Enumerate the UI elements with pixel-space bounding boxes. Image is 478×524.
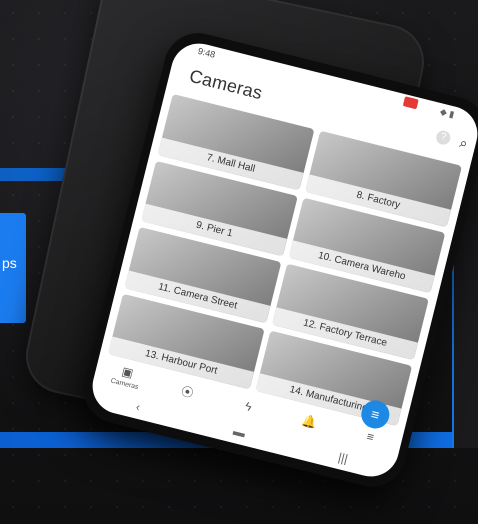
bell-icon: 🔔 [300, 413, 319, 431]
status-time: 9:48 [196, 45, 217, 60]
status-icons: ◆ ▮ [439, 106, 456, 120]
back-icon[interactable]: ‹ [135, 400, 142, 415]
side-chip: ps [0, 213, 26, 323]
side-chip-text: ps [2, 255, 17, 271]
nav-menu[interactable]: ≡ [349, 425, 391, 448]
bolt-icon: ϟ [243, 398, 254, 415]
recents-icon[interactable]: ||| [337, 450, 349, 466]
nav-events[interactable]: ϟ [227, 395, 269, 418]
nav-cameras[interactable]: ▣ Cameras [104, 360, 148, 392]
search-icon[interactable]: ⌕ [458, 134, 469, 152]
help-icon[interactable]: ? [434, 129, 452, 147]
camera-icon: ▣ [120, 363, 135, 380]
location-icon: ⦿ [179, 383, 195, 401]
nav-alerts[interactable]: 🔔 [288, 410, 330, 433]
record-badge [402, 96, 419, 110]
nav-location[interactable]: ⦿ [166, 378, 209, 404]
home-icon[interactable]: ▬ [232, 424, 247, 440]
menu-icon: ≡ [365, 429, 376, 445]
